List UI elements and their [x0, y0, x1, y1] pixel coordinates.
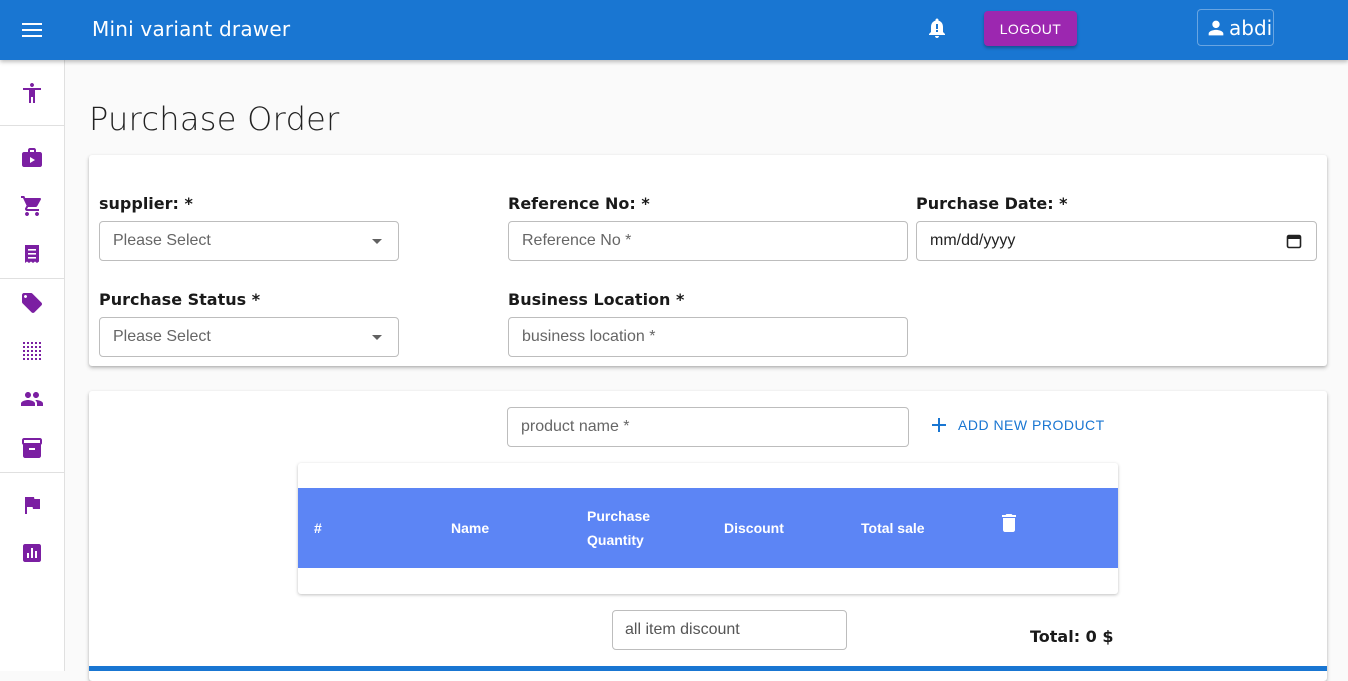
drawer-divider: [0, 472, 64, 473]
all-item-discount-placeholder: all item discount: [625, 621, 740, 638]
product-name-input[interactable]: product name *: [507, 407, 909, 447]
flag-icon: [25, 497, 40, 514]
nav-item-receipt[interactable]: [0, 230, 64, 278]
menu-button[interactable]: [14, 12, 50, 48]
column-header-purchase: Purchase: [587, 508, 651, 524]
nav-drawer: [0, 60, 65, 671]
business-location-label: Business Location *: [508, 290, 685, 309]
archive-icon: [22, 438, 42, 458]
column-header-name: Name: [451, 520, 490, 536]
people-icon: [21, 392, 43, 406]
nav-item-grid[interactable]: [0, 327, 64, 375]
supplier-label: supplier: *: [99, 194, 193, 213]
reference-no-label: Reference No: *: [508, 194, 650, 213]
purchase-date-input[interactable]: mm/dd/yyyy: [916, 221, 1317, 261]
nav-item-reports[interactable]: [0, 529, 64, 577]
cart-icon: [21, 196, 42, 216]
table-header-row: # Name Purchase Quantity Discount Total …: [298, 488, 1118, 568]
products-table: # Name Purchase Quantity Discount Total …: [298, 463, 1118, 594]
app-bar: Mini variant drawer Logout abdi: [0, 0, 1348, 60]
work-bag-icon: [22, 148, 42, 167]
grid-dots-icon: [23, 342, 41, 360]
column-header-discount: Discount: [724, 520, 784, 536]
order-total: Total: 0 $: [1030, 627, 1114, 646]
nav-item-accessibility[interactable]: [0, 69, 64, 117]
reference-no-input[interactable]: Reference No *: [508, 221, 908, 261]
all-item-discount-input[interactable]: all item discount: [612, 610, 847, 650]
nav-item-work[interactable]: [0, 134, 64, 182]
nav-item-flag[interactable]: [0, 481, 64, 529]
page-title: Purchase Order: [89, 100, 340, 138]
person-icon: [1208, 20, 1224, 35]
trash-icon[interactable]: [1001, 514, 1017, 532]
purchase-status-select[interactable]: Please Select: [99, 317, 399, 357]
nav-item-people[interactable]: [0, 375, 64, 423]
column-header-index: #: [314, 520, 322, 536]
user-account-button[interactable]: abdi: [1197, 9, 1274, 46]
purchase-status-value: Please Select: [113, 328, 211, 345]
add-new-product-label: Add New Product: [958, 417, 1105, 433]
notifications-bell-icon[interactable]: [925, 16, 949, 40]
app-title: Mini variant drawer: [92, 17, 291, 41]
menu-icon: [22, 23, 42, 37]
report-chart-icon: [23, 544, 41, 562]
receipt-icon: [25, 245, 39, 263]
add-new-product-button[interactable]: Add New Product: [932, 417, 1105, 433]
dropdown-arrow-icon: [372, 334, 382, 340]
reference-no-placeholder: Reference No *: [522, 232, 632, 249]
column-header-total-sale: Total sale: [861, 520, 925, 536]
drawer-divider: [0, 125, 64, 126]
plus-icon: [932, 418, 946, 432]
calendar-icon[interactable]: [1286, 233, 1302, 249]
dropdown-arrow-icon: [372, 238, 382, 244]
nav-item-archive[interactable]: [0, 424, 64, 472]
nav-item-cart[interactable]: [0, 182, 64, 230]
username-label: abdi: [1229, 15, 1273, 40]
product-name-placeholder: product name *: [521, 418, 630, 435]
purchase-status-label: Purchase Status *: [99, 290, 261, 309]
nav-item-tags[interactable]: [0, 279, 64, 327]
purchase-date-value: mm/dd/yyyy: [930, 232, 1016, 249]
accessibility-icon: [23, 83, 41, 103]
logout-button[interactable]: Logout: [984, 11, 1077, 46]
column-header-quantity: Quantity: [587, 532, 644, 548]
submit-bar-edge[interactable]: [89, 666, 1327, 671]
purchase-date-label: Purchase Date: *: [916, 194, 1068, 213]
tag-icon: [22, 293, 42, 313]
business-location-input[interactable]: business location *: [508, 317, 908, 357]
supplier-select[interactable]: Please Select: [99, 221, 399, 261]
business-location-placeholder: business location *: [522, 328, 656, 345]
supplier-select-value: Please Select: [113, 232, 211, 249]
